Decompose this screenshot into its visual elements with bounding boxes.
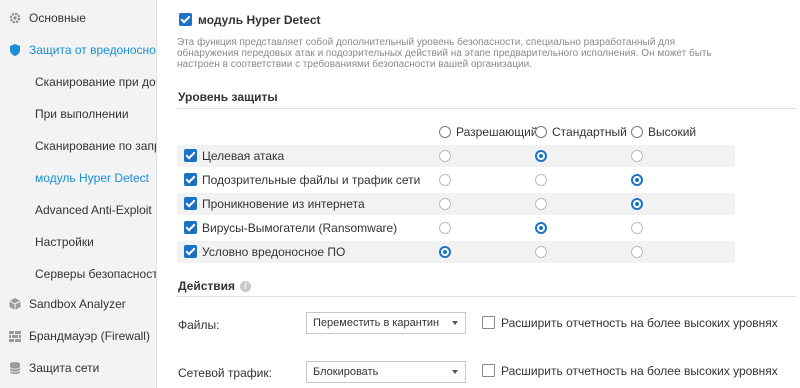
row-radio-high[interactable] [631, 198, 643, 210]
row-label: Проникновение из интернета [202, 197, 365, 211]
sidebar-item-label: Защита от вредоносного [29, 43, 157, 57]
level-permissive-label: Разрешающий [456, 125, 538, 139]
sidebar-item-sandbox[interactable]: Sandbox Analyzer [0, 294, 156, 314]
sidebar-item-label: Основные [29, 11, 86, 25]
files-extend-reporting-checkbox[interactable] [482, 316, 495, 329]
network-traffic-action-select[interactable]: Блокировать [306, 361, 466, 383]
network-traffic-label: Сетевой трафик: [178, 366, 272, 380]
sidebar: Основные Защита от вредоносного Сканиров… [0, 0, 157, 388]
module-enable-checkbox[interactable] [179, 13, 192, 26]
level-high-label: Высокий [648, 125, 697, 139]
row-checkbox[interactable] [184, 221, 197, 234]
shield-icon [8, 43, 22, 57]
sidebar-item-network-protection[interactable]: Защита сети [0, 358, 156, 378]
sidebar-item-label: Сканирование при дост [35, 75, 157, 89]
row-radio-permissive[interactable] [439, 174, 451, 186]
sidebar-item-settings[interactable]: Настройки [0, 232, 156, 252]
database-icon [8, 361, 22, 375]
cube-icon [8, 297, 22, 311]
row-radio-permissive[interactable] [439, 150, 451, 162]
row-label: Условно вредоносное ПО [202, 245, 346, 259]
divider [177, 108, 797, 109]
module-description: Эта функция представляет собой дополните… [177, 37, 712, 70]
row-radio-high[interactable] [631, 246, 643, 258]
sidebar-item-anti-exploit[interactable]: Advanced Anti-Exploit [0, 200, 156, 220]
files-action-value: Переместить в карантин [313, 317, 440, 329]
row-checkbox[interactable] [184, 197, 197, 210]
row-radio-standard[interactable] [535, 198, 547, 210]
row-radio-standard[interactable] [535, 150, 547, 162]
sidebar-item-on-demand[interactable]: Сканирование по запро [0, 136, 157, 156]
info-icon[interactable]: i [240, 281, 252, 293]
sidebar-item-general[interactable]: Основные [0, 8, 156, 28]
actions-title: Действия i [178, 279, 252, 293]
level-permissive-header-radio[interactable] [439, 126, 451, 138]
files-extend-reporting-label: Расширить отчетность на более высоких ур… [501, 316, 778, 330]
level-high-header-radio[interactable] [631, 126, 643, 138]
protection-level-title: Уровень защиты [178, 90, 278, 104]
module-title: модуль Hyper Detect [198, 13, 321, 27]
network-extend-reporting-label: Расширить отчетность на более высоких ур… [501, 364, 778, 378]
sidebar-item-label: Серверы безопасности [35, 267, 157, 281]
sidebar-item-label: Настройки [35, 235, 94, 249]
row-radio-permissive[interactable] [439, 246, 451, 258]
row-checkbox[interactable] [184, 245, 197, 258]
row-radio-standard[interactable] [535, 246, 547, 258]
table-row: Условно вредоносное ПО [177, 241, 735, 263]
sidebar-item-hyper-detect[interactable]: модуль Hyper Detect [0, 168, 156, 188]
sidebar-item-label: Брандмауэр (Firewall) [29, 329, 150, 343]
row-radio-high[interactable] [631, 222, 643, 234]
divider [177, 296, 797, 297]
gear-icon [8, 11, 22, 25]
level-standard-label: Стандартный [552, 125, 627, 139]
sidebar-item-label: Защита сети [29, 361, 100, 375]
row-radio-high[interactable] [631, 174, 643, 186]
table-row: Целевая атака [177, 145, 735, 167]
actions-title-text: Действия [178, 279, 236, 293]
table-row: Проникновение из интернета [177, 193, 735, 215]
row-radio-permissive[interactable] [439, 198, 451, 210]
row-checkbox[interactable] [184, 149, 197, 162]
files-action-select[interactable]: Переместить в карантин [306, 312, 466, 334]
main-panel: модуль Hyper Detect Эта функция представ… [158, 0, 800, 388]
sidebar-item-on-execute[interactable]: При выполнении [0, 104, 156, 124]
sidebar-item-security-servers[interactable]: Серверы безопасности [0, 264, 157, 284]
chevron-down-icon [452, 370, 458, 374]
row-radio-high[interactable] [631, 150, 643, 162]
sidebar-item-label: Sandbox Analyzer [29, 297, 126, 311]
sidebar-item-label: Advanced Anti-Exploit [35, 203, 152, 217]
sidebar-item-firewall[interactable]: Брандмауэр (Firewall) [0, 326, 156, 346]
table-row: Подозрительные файлы и трафик сети [177, 169, 735, 191]
sidebar-item-label: При выполнении [35, 107, 129, 121]
chevron-down-icon [452, 321, 458, 325]
firewall-icon [8, 329, 22, 343]
files-label: Файлы: [178, 318, 220, 332]
network-traffic-action-value: Блокировать [313, 366, 379, 378]
row-label: Вирусы-Вымогатели (Ransomware) [202, 221, 398, 235]
row-radio-standard[interactable] [535, 222, 547, 234]
table-row: Вирусы-Вымогатели (Ransomware) [177, 217, 735, 239]
row-checkbox[interactable] [184, 173, 197, 186]
sidebar-item-on-access[interactable]: Сканирование при дост [0, 72, 157, 92]
sidebar-item-label: модуль Hyper Detect [35, 171, 150, 185]
row-label: Целевая атака [202, 149, 285, 163]
level-standard-header-radio[interactable] [535, 126, 547, 138]
row-radio-permissive[interactable] [439, 222, 451, 234]
row-label: Подозрительные файлы и трафик сети [202, 173, 421, 187]
network-extend-reporting-checkbox[interactable] [482, 364, 495, 377]
row-radio-standard[interactable] [535, 174, 547, 186]
sidebar-item-antimalware[interactable]: Защита от вредоносного [0, 40, 157, 60]
sidebar-item-label: Сканирование по запро [35, 139, 157, 153]
